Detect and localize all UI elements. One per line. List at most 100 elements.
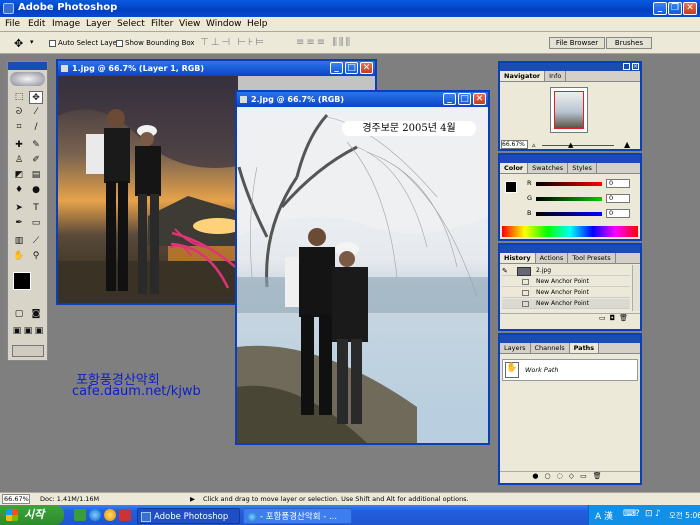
color-palette-header[interactable]	[500, 155, 640, 163]
type-tool-icon[interactable]: T	[29, 202, 43, 215]
distribute-buttons-icon[interactable]: ≡≡≡ ⫼⫼⫼	[296, 37, 352, 48]
tray-volume-icon[interactable]: ♪	[655, 509, 661, 519]
navigator-palette-header[interactable]: _ ×	[500, 63, 640, 71]
tab-navigator[interactable]: Navigator	[500, 71, 546, 81]
menu-layer[interactable]: Layer	[86, 19, 111, 29]
menu-help[interactable]: Help	[247, 19, 268, 29]
tool-preset-arrow-icon[interactable]: ▾	[30, 38, 34, 46]
doc1-minimize-button[interactable]: _	[330, 62, 343, 74]
doc2-close-button[interactable]: ✕	[473, 93, 486, 105]
minimize-button[interactable]: _	[653, 2, 667, 15]
crop-tool-icon[interactable]: ⌗	[12, 121, 26, 134]
history-palette-header[interactable]	[500, 245, 640, 253]
zoom-slider-handle[interactable]: ▲	[568, 141, 573, 149]
doc1-close-button[interactable]: ✕	[360, 62, 373, 74]
channel-r-slider[interactable]	[536, 182, 602, 186]
foreground-color-swatch[interactable]	[13, 272, 31, 290]
history-item[interactable]: New Anchor Point	[502, 288, 630, 298]
history-item[interactable]: New Anchor Point	[502, 277, 630, 287]
quick-mask-icon[interactable]: ◙	[29, 308, 43, 321]
channel-r-value[interactable]: 0	[606, 179, 630, 188]
tab-styles[interactable]: Styles	[568, 163, 597, 173]
clone-stamp-icon[interactable]: ♙	[12, 154, 26, 167]
brush-tool-icon[interactable]: ✎	[29, 139, 43, 152]
hand-tool-icon[interactable]: ✋	[12, 250, 26, 263]
document-1-titlebar[interactable]: 1.jpg @ 66.7% (Layer 1, RGB) _ □ ✕	[58, 61, 375, 76]
doc2-maximize-button[interactable]: □	[458, 93, 471, 105]
layers-palette-header[interactable]	[500, 335, 640, 343]
menu-filter[interactable]: Filter	[151, 19, 173, 29]
channel-g-value[interactable]: 0	[606, 194, 630, 203]
dodge-tool-icon[interactable]: ●	[29, 184, 43, 197]
quicklaunch-app-icon[interactable]	[119, 509, 131, 521]
tab-channels[interactable]: Channels	[531, 343, 570, 353]
notes-tool-icon[interactable]: ▥	[12, 235, 26, 248]
auto-select-checkbox[interactable]	[49, 39, 56, 47]
menu-edit[interactable]: Edit	[28, 19, 45, 29]
zoom-in-icon[interactable]: ▲	[624, 140, 630, 149]
fg-color-chip[interactable]	[505, 181, 517, 193]
start-button[interactable]: 시작	[0, 505, 64, 525]
history-item-current[interactable]: New Anchor Point	[502, 299, 630, 309]
blur-tool-icon[interactable]: ♦	[12, 184, 26, 197]
gradient-tool-icon[interactable]: ▤	[29, 169, 43, 182]
paths-footer-buttons[interactable]: ●○◌◇▭🗑	[500, 471, 640, 483]
tab-history[interactable]: History	[500, 253, 536, 263]
menu-file[interactable]: File	[5, 19, 20, 29]
navigator-zoom-field[interactable]: 66.67%	[501, 140, 528, 149]
history-snapshot-row[interactable]: ✎ 2.jpg	[502, 266, 630, 276]
bounding-box-option[interactable]: Show Bounding Box	[116, 39, 195, 47]
magic-wand-icon[interactable]: ⁄	[29, 106, 43, 119]
palette-minimize-icon[interactable]: _	[623, 63, 630, 70]
doc1-maximize-button[interactable]: □	[345, 62, 358, 74]
palette-close-icon[interactable]: ×	[632, 63, 639, 70]
tab-layers[interactable]: Layers	[500, 343, 531, 353]
ime-indicator[interactable]: A 漢	[595, 509, 613, 522]
file-browser-tab[interactable]: File Browser	[549, 37, 605, 49]
quicklaunch-media-icon[interactable]	[104, 509, 116, 521]
adobe-online-eye-icon[interactable]	[10, 72, 45, 86]
navigator-zoom-slider[interactable]	[542, 145, 614, 146]
menu-view[interactable]: View	[179, 19, 200, 29]
menu-select[interactable]: Select	[117, 19, 145, 29]
eraser-tool-icon[interactable]: ◩	[12, 169, 26, 182]
doc-size-info[interactable]: Doc: 1.41M/1.16M	[40, 495, 99, 503]
path-row-work-path[interactable]: ✋ Work Path	[502, 359, 638, 381]
history-brush-icon[interactable]: ✐	[29, 154, 43, 167]
jump-to-imageready-button[interactable]	[12, 345, 44, 357]
navigator-view-box[interactable]	[554, 91, 584, 129]
tab-color[interactable]: Color	[500, 163, 529, 173]
cherry-blossom-photo-canvas[interactable]: 경주보문 2005년 4월	[237, 107, 488, 443]
close-button[interactable]: ✕	[683, 2, 697, 15]
brushes-tab[interactable]: Brushes	[606, 37, 652, 49]
pen-tool-icon[interactable]: ✒	[12, 217, 26, 230]
tab-info[interactable]: Info	[545, 71, 567, 81]
quicklaunch-show-desktop-icon[interactable]	[74, 509, 86, 521]
channel-g-slider[interactable]	[536, 197, 602, 201]
align-buttons-icon[interactable]: ⊤⊥⊣ ⊢⊦⊨	[200, 37, 266, 48]
marquee-tool-icon[interactable]: ⬚	[12, 91, 26, 104]
lasso-tool-icon[interactable]: ᘐ	[12, 106, 26, 119]
menu-window[interactable]: Window	[206, 19, 242, 29]
shape-tool-icon[interactable]: ▭	[29, 217, 43, 230]
healing-brush-icon[interactable]: ✚	[12, 139, 26, 152]
bounding-box-checkbox[interactable]	[116, 39, 123, 47]
color-spectrum-ramp[interactable]	[502, 226, 638, 237]
screen-mode-3-icon[interactable]: ▣	[32, 325, 46, 338]
move-tool-icon[interactable]: ✥	[14, 37, 23, 50]
zoom-out-icon[interactable]: ▵	[532, 141, 536, 149]
tray-help-icon[interactable]: ?	[635, 509, 640, 519]
history-scrollbar[interactable]	[632, 265, 640, 311]
restore-button[interactable]: ❐	[668, 2, 682, 15]
tab-paths[interactable]: Paths	[569, 343, 600, 353]
menu-image[interactable]: Image	[52, 19, 80, 29]
tab-swatches[interactable]: Swatches	[528, 163, 569, 173]
doc2-minimize-button[interactable]: _	[443, 93, 456, 105]
tab-tool-presets[interactable]: Tool Presets	[568, 253, 616, 263]
task-photoshop[interactable]: Adobe Photoshop	[137, 508, 240, 524]
history-brush-source-icon[interactable]: ✎	[502, 266, 508, 276]
eyedropper-icon[interactable]: ⟋	[29, 235, 43, 248]
tab-actions[interactable]: Actions	[536, 253, 569, 263]
channel-b-value[interactable]: 0	[606, 209, 630, 218]
tray-network-icon[interactable]: ⊡	[645, 509, 653, 519]
